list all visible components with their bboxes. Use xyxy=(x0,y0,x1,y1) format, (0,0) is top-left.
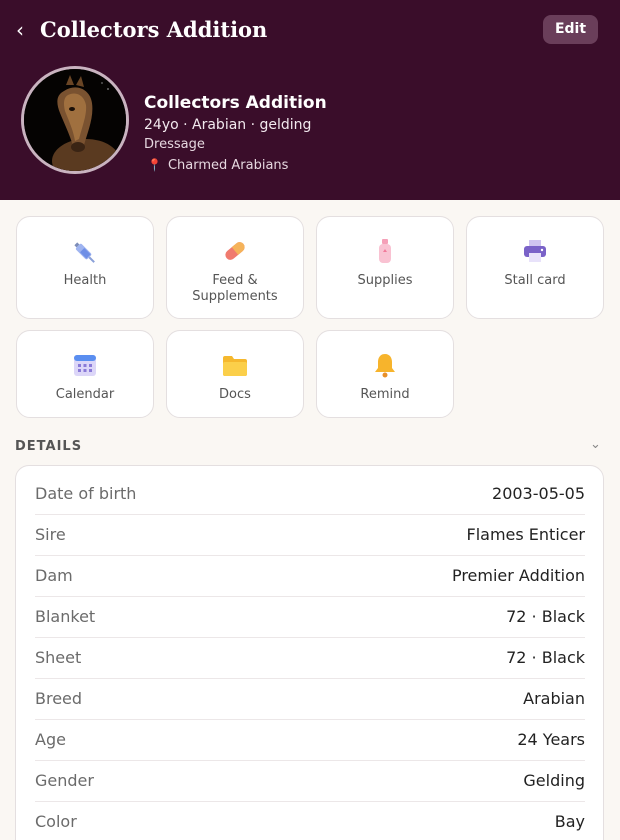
folder-icon xyxy=(167,351,303,383)
feed-supplements-label: Feed & Supplements xyxy=(192,273,278,304)
remind-button[interactable]: Remind xyxy=(316,330,454,418)
detail-value: Premier Addition xyxy=(451,566,585,585)
detail-label: Age xyxy=(35,730,66,749)
detail-value: Arabian xyxy=(523,689,585,708)
calendar-button[interactable]: Calendar xyxy=(16,330,154,418)
detail-label: Gender xyxy=(35,771,94,790)
chevron-down-icon[interactable]: ⌄ xyxy=(590,436,601,454)
detail-label: Sheet xyxy=(35,648,82,667)
detail-row: Gender Gelding xyxy=(35,761,585,802)
bell-icon xyxy=(317,351,453,383)
supplies-button[interactable]: Supplies xyxy=(316,216,454,319)
profile-header: ‹ Collectors Addition Edit Collectors Ad… xyxy=(0,0,620,200)
detail-label: Blanket xyxy=(35,607,96,626)
detail-value: 24 Years xyxy=(517,730,585,749)
edit-button[interactable]: Edit xyxy=(543,15,598,44)
back-icon[interactable]: ‹ xyxy=(16,16,32,44)
detail-row: Date of birth 2003-05-05 xyxy=(35,474,585,515)
detail-value: 72 · Black xyxy=(506,607,585,626)
horse-discipline: Dressage xyxy=(144,137,205,152)
location-pin-icon: 📍 xyxy=(147,158,162,172)
detail-label: Dam xyxy=(35,566,73,585)
syringe-icon xyxy=(17,239,153,271)
detail-value: 2003-05-05 xyxy=(492,484,585,503)
supplies-label: Supplies xyxy=(357,273,413,288)
detail-label: Breed xyxy=(35,689,83,708)
bottle-icon xyxy=(317,237,453,269)
docs-label: Docs xyxy=(219,387,251,402)
health-button[interactable]: Health xyxy=(16,216,154,319)
horse-location: 📍 Charmed Arabians xyxy=(147,156,288,175)
detail-value: Flames Enticer xyxy=(466,525,586,544)
detail-row: Blanket 72 · Black xyxy=(35,597,585,638)
remind-label: Remind xyxy=(360,387,410,402)
detail-row: Dam Premier Addition xyxy=(35,556,585,597)
horse-name: Collectors Addition xyxy=(144,93,327,113)
horse-avatar[interactable] xyxy=(21,66,129,174)
detail-row: Color Bay xyxy=(35,802,585,840)
detail-row: Breed Arabian xyxy=(35,679,585,720)
location-label: Charmed Arabians xyxy=(167,158,289,173)
details-card: Date of birth 2003-05-05 Sire Flames Ent… xyxy=(15,465,604,840)
page-title: Collectors Addition xyxy=(40,17,268,42)
detail-value: Bay xyxy=(554,812,585,831)
detail-label: Sire xyxy=(35,525,66,544)
pill-icon xyxy=(167,237,303,269)
docs-button[interactable]: Docs xyxy=(166,330,304,418)
calendar-label: Calendar xyxy=(55,387,115,402)
horse-meta: 24yo · Arabian · gelding xyxy=(144,117,312,133)
detail-value: 72 · Black xyxy=(506,648,585,667)
detail-row: Sheet 72 · Black xyxy=(35,638,585,679)
detail-value: Gelding xyxy=(523,771,585,790)
detail-label: Color xyxy=(35,812,77,831)
detail-row: Sire Flames Enticer xyxy=(35,515,585,556)
details-heading: DETAILS xyxy=(15,439,83,454)
stall-card-button[interactable]: Stall card xyxy=(466,216,604,319)
printer-icon xyxy=(467,237,603,269)
detail-label: Date of birth xyxy=(35,484,137,503)
calendar-icon xyxy=(17,351,153,383)
feed-supplements-button[interactable]: Feed & Supplements xyxy=(166,216,304,319)
stall-card-label: Stall card xyxy=(504,273,566,288)
horse-photo xyxy=(24,69,126,171)
detail-row: Age 24 Years xyxy=(35,720,585,761)
health-label: Health xyxy=(63,273,107,288)
